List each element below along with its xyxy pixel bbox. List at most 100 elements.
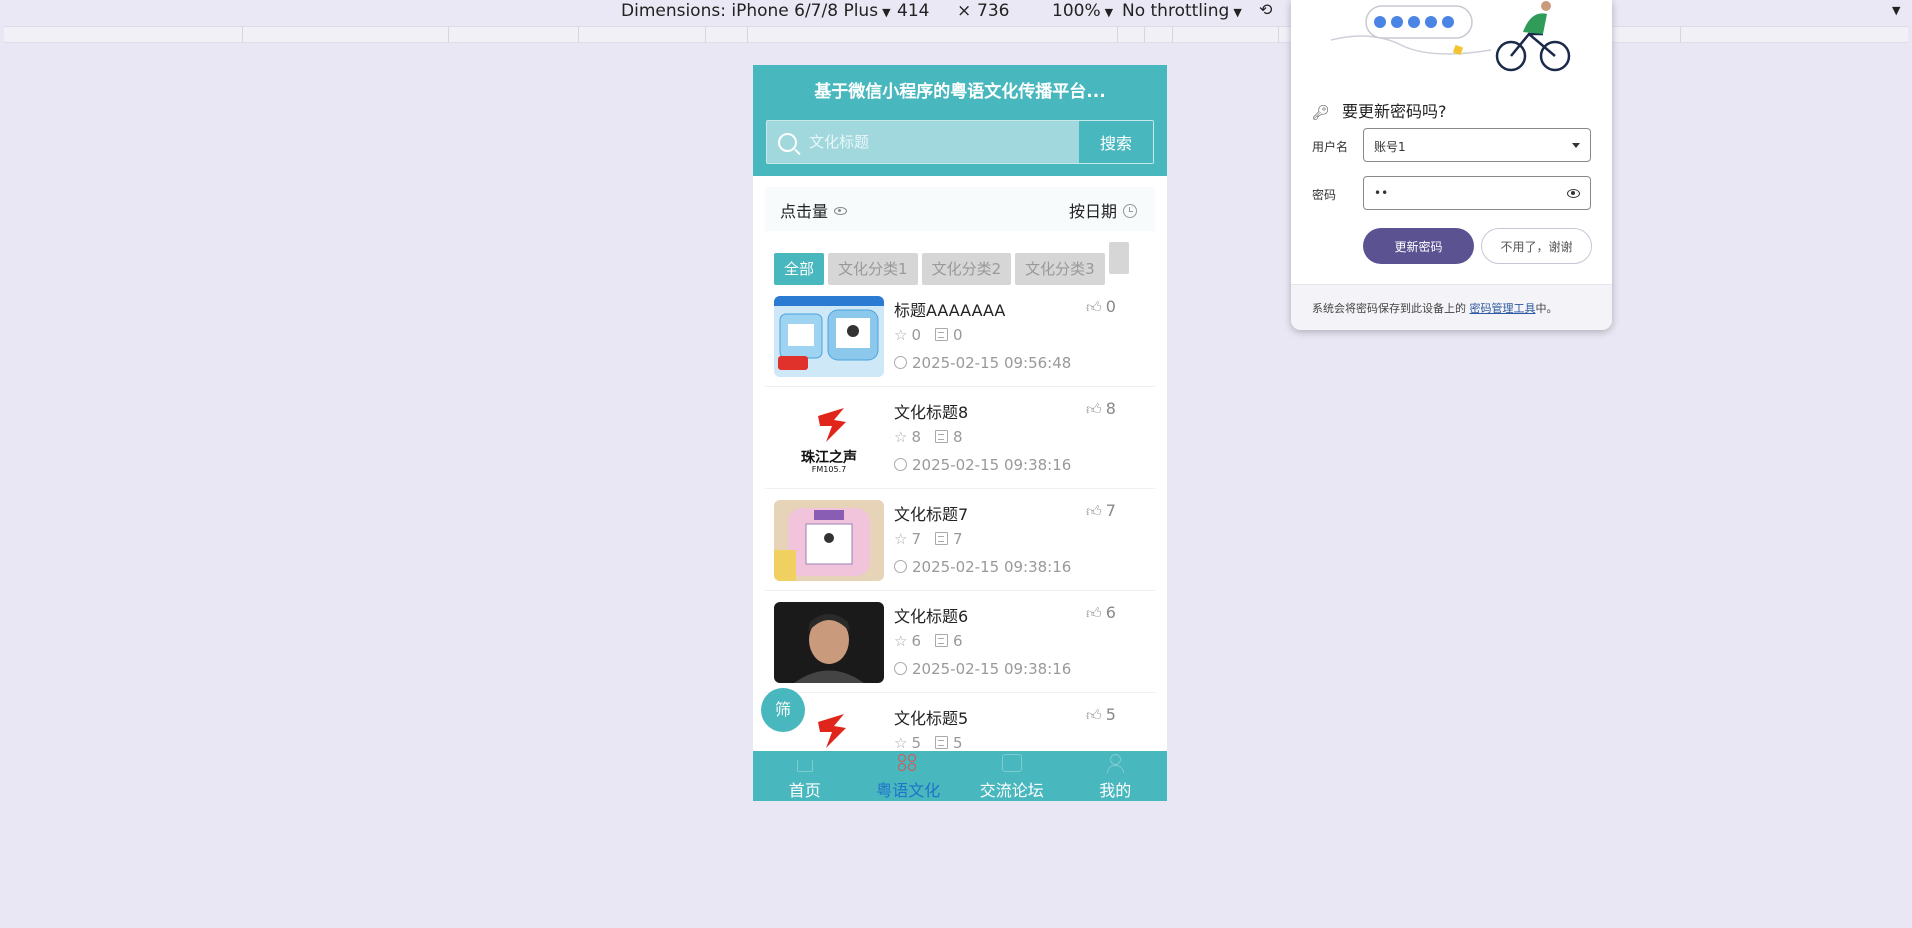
popup-footer: 系统会将密码保存到此设备上的 密码管理工具中。 <box>1291 284 1612 330</box>
search-button[interactable]: 搜索 <box>1079 121 1153 163</box>
item-stats: ☆ 8 8 <box>894 428 963 446</box>
item-likes: 👍︎ 0 <box>1086 297 1116 316</box>
phone-viewport: 基于微信小程序的粤语文化传播平台... 搜索 点击量 按日期 全部文化分类1文化… <box>753 65 1167 801</box>
clock-icon <box>894 662 907 675</box>
item-stats: ☆ 6 6 <box>894 632 963 650</box>
star-icon: ☆ <box>894 530 908 548</box>
star-icon: ☆ <box>894 428 908 446</box>
item-likes: 👍︎ 7 <box>1086 501 1116 520</box>
category-tabs: 全部 文化分类1 文化分类2 文化分类3 <box>765 231 1155 285</box>
item-stats: ☆ 7 7 <box>894 530 963 548</box>
throttling-select[interactable]: No throttling ▼ <box>1122 1 1242 21</box>
tab-more[interactable] <box>1108 242 1129 274</box>
search-bar: 搜索 <box>766 120 1154 164</box>
chevron-down-icon <box>1572 143 1580 148</box>
tabbar-home[interactable]: 首页 <box>753 751 857 801</box>
tab-category-2[interactable]: 文化分类2 <box>921 253 1012 285</box>
thumbs-up-icon: 👍︎ <box>1086 400 1102 418</box>
search-input[interactable] <box>809 121 1069 163</box>
thumbnail-logo: 珠江之声 FM105.7 <box>774 398 884 479</box>
password-update-popup: 🔑︎ 要更新密码吗? 用户名 账号1 密码 •• 更新密码 不用了，谢谢 系统会将… <box>1291 0 1612 330</box>
item-date: 2025-02-15 09:38:16 <box>894 558 1071 576</box>
filter-button[interactable]: 筛 <box>761 688 805 732</box>
bottom-tabbar: 首页 粤语文化 交流论坛 我的 <box>753 751 1167 801</box>
item-stats: ☆ 5 5 <box>894 734 963 752</box>
item-likes: 👍︎ 8 <box>1086 399 1116 418</box>
clock-icon <box>894 560 907 573</box>
list-item[interactable]: 文化标题7 👍︎ 7 ☆ 7 7 2025-02-15 09:38:16 <box>765 489 1155 591</box>
password-label: 密码 <box>1312 188 1337 202</box>
list-item[interactable]: 标题AAAAAAA 👍︎ 0 ☆ 0 0 2025-02-15 09:56:48 <box>765 285 1155 387</box>
tabbar-mine[interactable]: 我的 <box>1064 751 1168 801</box>
list-item[interactable]: 文化标题6 👍︎ 6 ☆ 6 6 2025-02-15 09:38:16 <box>765 591 1155 693</box>
thumbnail-image <box>774 296 884 377</box>
thumbs-up-icon: 👍︎ <box>1086 706 1102 724</box>
username-label: 用户名 <box>1312 140 1349 154</box>
article-list: 标题AAAAAAA 👍︎ 0 ☆ 0 0 2025-02-15 09:56:48 珠江… <box>765 285 1155 795</box>
password-field[interactable]: •• <box>1363 176 1591 210</box>
item-likes: 👍︎ 5 <box>1086 705 1116 724</box>
comment-icon <box>935 532 948 545</box>
item-title: 标题AAAAAAA <box>894 301 1006 320</box>
star-icon: ☆ <box>894 326 908 344</box>
item-title: 文化标题5 <box>894 709 969 728</box>
sort-by-date[interactable]: 按日期 <box>1069 198 1137 222</box>
clock-icon <box>894 458 907 471</box>
app-header: 基于微信小程序的粤语文化传播平台... 搜索 <box>753 65 1167 176</box>
star-icon: ☆ <box>894 632 908 650</box>
item-date: 2025-02-15 09:38:16 <box>894 456 1071 474</box>
page-title: 基于微信小程序的粤语文化传播平台... <box>814 82 1106 102</box>
user-icon <box>1105 754 1125 773</box>
star-icon: ☆ <box>894 734 908 752</box>
item-likes: 👍︎ 6 <box>1086 603 1116 622</box>
comment-icon <box>935 634 948 647</box>
sort-bar: 点击量 按日期 <box>765 187 1155 231</box>
item-stats: ☆ 0 0 <box>894 326 963 344</box>
item-title: 文化标题7 <box>894 505 969 524</box>
eye-icon <box>834 207 848 215</box>
media-query-ruler <box>4 26 1908 43</box>
dimension-separator: × <box>957 1 972 21</box>
dismiss-button[interactable]: 不用了，谢谢 <box>1481 228 1592 264</box>
sort-by-clicks[interactable]: 点击量 <box>780 198 848 222</box>
search-icon <box>778 133 797 152</box>
item-date: 2025-02-15 09:38:16 <box>894 660 1071 678</box>
thumbnail-photo <box>774 602 884 683</box>
item-title: 文化标题8 <box>894 403 969 422</box>
height-input[interactable]: 736 <box>977 1 1009 21</box>
username-select[interactable]: 账号1 <box>1363 128 1591 162</box>
key-icon: 🔑︎ <box>1312 105 1330 121</box>
thumbs-up-icon: 👍︎ <box>1086 502 1102 520</box>
tabbar-culture[interactable]: 粤语文化 <box>857 751 961 801</box>
thumbs-up-icon: 👍︎ <box>1086 298 1102 316</box>
rotate-icon[interactable]: ⟲ <box>1259 0 1272 19</box>
show-password-icon[interactable] <box>1567 189 1580 198</box>
chat-icon <box>1001 754 1022 772</box>
tab-category-3[interactable]: 文化分类3 <box>1015 253 1105 285</box>
comment-icon <box>935 430 948 443</box>
tabbar-forum[interactable]: 交流论坛 <box>960 751 1064 801</box>
width-input[interactable]: 414 <box>897 1 929 21</box>
password-manager-link[interactable]: 密码管理工具 <box>1470 302 1536 315</box>
update-password-button[interactable]: 更新密码 <box>1363 228 1474 264</box>
thumbnail-image <box>774 500 884 581</box>
popup-heading: 🔑︎ 要更新密码吗? <box>1312 102 1447 121</box>
item-title: 文化标题6 <box>894 607 969 626</box>
comment-icon <box>935 736 948 749</box>
thumbs-up-icon: 👍︎ <box>1086 604 1102 622</box>
device-select[interactable]: Dimensions: iPhone 6/7/8 Plus ▼ <box>621 1 891 21</box>
password-illustration <box>1291 0 1612 90</box>
devtools-toolbar: Dimensions: iPhone 6/7/8 Plus ▼ 414 × 736… <box>0 0 1912 26</box>
tab-all[interactable]: 全部 <box>774 253 825 285</box>
clock-icon <box>1123 204 1137 218</box>
tab-category-1[interactable]: 文化分类1 <box>828 253 918 285</box>
zoom-select[interactable]: 100% ▼ <box>1052 1 1113 21</box>
clock-icon <box>894 356 907 369</box>
more-options-icon[interactable]: ▼ <box>1892 4 1900 17</box>
grid-icon <box>898 754 918 772</box>
comment-icon <box>935 328 948 341</box>
content-panel: 点击量 按日期 全部 文化分类1 文化分类2 文化分类3 标题AAAAAAA 👍… <box>765 187 1155 795</box>
item-date: 2025-02-15 09:56:48 <box>894 354 1071 372</box>
list-item[interactable]: 珠江之声 FM105.7 文化标题8 👍︎ 8 ☆ 8 8 2025-02-15 09… <box>765 387 1155 489</box>
home-icon <box>796 760 813 772</box>
